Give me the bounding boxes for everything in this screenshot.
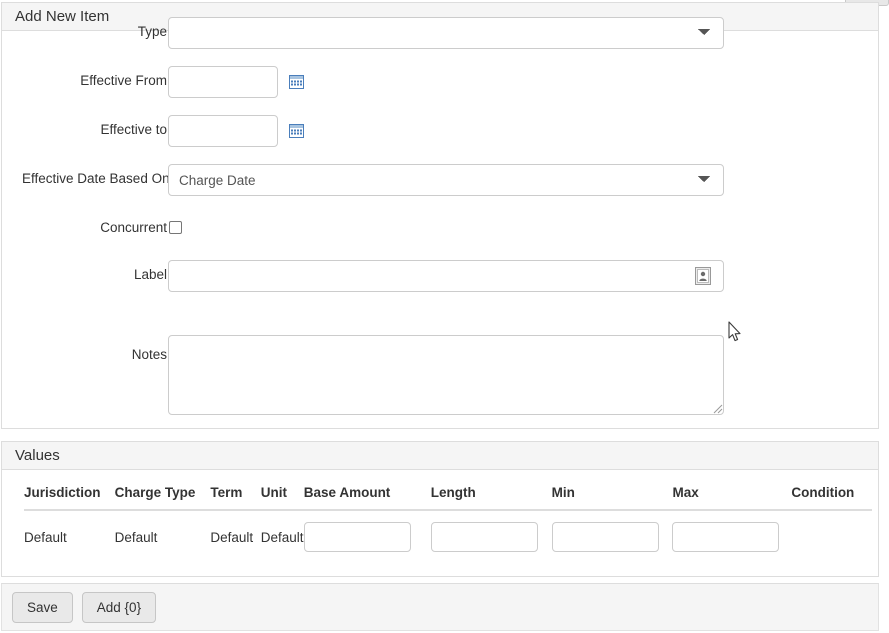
min-input[interactable] [552, 522, 659, 552]
label-field-label: Label [2, 267, 167, 282]
calendar-icon[interactable] [289, 74, 304, 89]
effective-to-label: Effective to [2, 122, 167, 137]
values-panel: Values Jurisdiction Charge Type Term Uni… [1, 441, 879, 577]
values-panel-body: Jurisdiction Charge Type Term Unit Base … [2, 470, 878, 576]
column-header-charge-type: Charge Type [115, 485, 211, 510]
values-table: Jurisdiction Charge Type Term Unit Base … [24, 485, 872, 563]
base-amount-input[interactable] [304, 522, 411, 552]
cell-term: Default [210, 510, 260, 563]
effective-to-input[interactable] [168, 115, 278, 147]
column-header-base-amount: Base Amount [304, 485, 431, 510]
form-row-label: Label [2, 260, 878, 309]
values-table-head: Jurisdiction Charge Type Term Unit Base … [24, 485, 872, 510]
cell-base-amount [304, 510, 431, 563]
column-header-min: Min [552, 485, 673, 510]
effective-from-label: Effective From [2, 73, 167, 88]
notes-textarea[interactable] [168, 335, 724, 415]
column-header-term: Term [210, 485, 260, 510]
table-row: Default Default Default Default [24, 510, 872, 563]
calendar-icon[interactable] [289, 123, 304, 138]
type-label: Type [2, 24, 167, 39]
concurrent-checkbox[interactable] [169, 221, 182, 234]
add-button[interactable]: Add {0} [82, 592, 156, 623]
concurrent-label: Concurrent [2, 220, 167, 235]
label-input[interactable] [168, 260, 724, 292]
column-header-condition: Condition [791, 485, 872, 510]
column-header-unit: Unit [261, 485, 304, 510]
cell-min [552, 510, 673, 563]
values-panel-header: Values [2, 442, 878, 470]
cell-jurisdiction: Default [24, 510, 115, 563]
form-row-type: Type [2, 17, 878, 66]
form-row-effective-to: Effective to [2, 115, 878, 164]
effective-from-input[interactable] [168, 66, 278, 98]
column-header-jurisdiction: Jurisdiction [24, 485, 115, 510]
notes-label: Notes [2, 347, 167, 362]
cell-unit: Default [261, 510, 304, 563]
badge-icon[interactable] [695, 267, 711, 285]
column-header-length: Length [431, 485, 552, 510]
values-panel-title: Values [15, 448, 60, 463]
values-table-body: Default Default Default Default [24, 510, 872, 563]
length-input[interactable] [431, 522, 538, 552]
cell-max [672, 510, 791, 563]
form-row-effective-from: Effective From [2, 66, 878, 115]
add-new-item-panel: Add New Item Type Effective From [1, 2, 879, 429]
values-table-header-row: Jurisdiction Charge Type Term Unit Base … [24, 485, 872, 510]
form-row-effective-date-based-on: Effective Date Based On Charge Date [2, 164, 878, 213]
column-header-max: Max [672, 485, 791, 510]
cell-condition [791, 510, 872, 563]
form-row-concurrent: Concurrent [2, 213, 878, 262]
save-button[interactable]: Save [12, 592, 73, 623]
cell-length [431, 510, 552, 563]
max-input[interactable] [672, 522, 779, 552]
form-row-notes: Notes [2, 309, 878, 409]
type-select[interactable] [168, 17, 724, 49]
effective-date-based-on-select[interactable]: Charge Date [168, 164, 724, 196]
cell-charge-type: Default [115, 510, 211, 563]
form-footer-toolbar: Save Add {0} [1, 583, 879, 631]
